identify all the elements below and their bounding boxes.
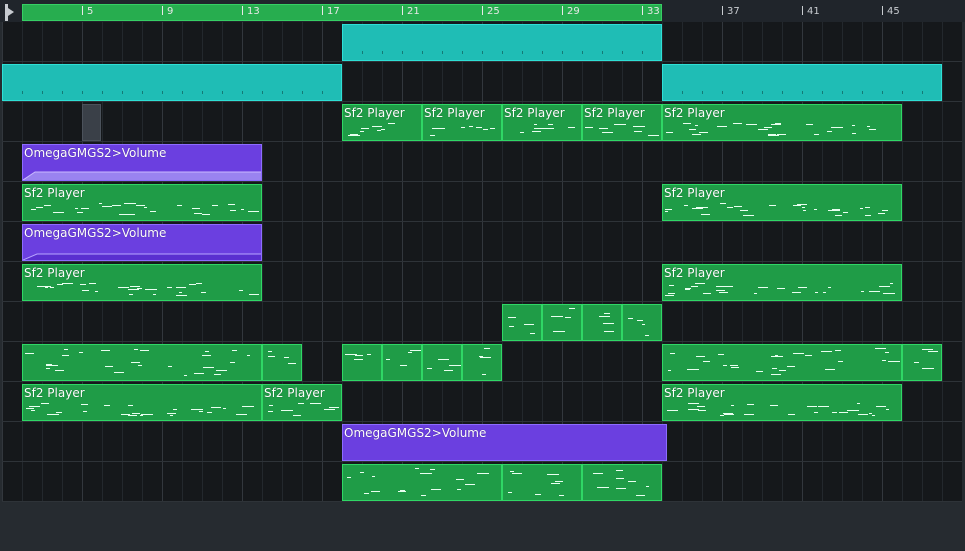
bar-number-29: 29 [562,6,580,18]
note-preview [25,348,259,378]
pattern-clip[interactable]: Sf2 Player [662,184,902,221]
clip-name: Sf2 Player [664,266,725,280]
pattern-clip[interactable]: Sf2 Player [22,184,262,221]
pattern-clip[interactable]: Sf2 Player [582,104,662,141]
clip-name: Sf2 Player [344,106,405,120]
empty-track-area[interactable] [0,502,965,551]
automation-clip[interactable]: OmegaGMGS2>Volume [342,424,667,461]
note-preview [665,203,899,218]
pattern-clip[interactable]: Sf2 Player [262,384,342,421]
note-preview [905,348,939,378]
note-preview [505,308,539,338]
clip-name: OmegaGMGS2>Volume [24,226,167,240]
note-preview [665,348,900,378]
pattern-clip[interactable] [582,304,622,341]
note-preview [265,348,299,378]
note-preview [25,283,259,298]
pattern-clip[interactable] [382,344,422,381]
note-preview [345,123,419,138]
clip-name: Sf2 Player [24,266,85,280]
pattern-clip[interactable]: Sf2 Player [502,104,582,141]
bar-number-9: 9 [162,6,173,18]
note-preview [665,403,899,418]
bar-number-45: 45 [882,6,900,18]
pattern-clip[interactable] [902,344,942,381]
pattern-clip[interactable] [462,344,502,381]
clip-name: Sf2 Player [424,106,485,120]
song-editor-arrangement[interactable]: Sf2 Player Sf2 Player Sf2 Player Sf2 Pla… [2,22,962,502]
clip-name: Sf2 Player [664,106,725,120]
timeline-ruler[interactable]: 5 9 13 17 21 25 29 33 37 41 45 [0,0,965,22]
note-preview [505,123,579,138]
note-preview [25,203,259,218]
note-preview [585,308,619,338]
pattern-clip[interactable] [342,464,502,501]
pattern-clip[interactable]: Sf2 Player [422,104,502,141]
pattern-clip[interactable] [22,344,262,381]
note-preview [665,283,899,298]
automation-curve [23,171,261,180]
empty-pattern-clip[interactable] [82,104,101,141]
pattern-clip[interactable] [342,344,382,381]
bar-number-13: 13 [242,6,260,18]
note-preview [385,348,421,378]
audio-clip[interactable] [342,24,662,61]
pattern-clip[interactable] [422,344,462,381]
bar-number-37: 37 [722,6,740,18]
clip-name: Sf2 Player [264,386,325,400]
clip-name: Sf2 Player [584,106,645,120]
note-preview [665,123,899,138]
automation-clip[interactable]: OmegaGMGS2>Volume [22,224,262,261]
pattern-clip[interactable] [542,304,582,341]
note-preview [345,468,499,498]
bar-number-17: 17 [322,6,340,18]
bar-number-25: 25 [482,6,500,18]
audio-clip[interactable] [2,64,342,101]
note-preview [265,403,339,418]
automation-clip[interactable]: OmegaGMGS2>Volume [22,144,262,181]
clip-name: Sf2 Player [504,106,565,120]
bar-number-21: 21 [402,6,420,18]
pattern-clip[interactable]: Sf2 Player [342,104,422,141]
note-preview [505,468,579,498]
note-preview [545,308,579,338]
bar-number-33: 33 [642,6,660,18]
note-preview [585,123,659,138]
playhead-marker-icon[interactable] [0,4,16,21]
pattern-clip[interactable] [262,344,302,381]
note-preview [425,123,499,138]
pattern-clip[interactable]: Sf2 Player [662,104,902,141]
clip-name: Sf2 Player [664,386,725,400]
note-preview [625,308,659,338]
pattern-clip[interactable] [502,304,542,341]
automation-curve [23,253,261,260]
pattern-clip[interactable] [662,344,902,381]
note-preview [465,348,499,378]
note-preview [25,403,259,418]
bar-number-41: 41 [802,6,820,18]
clip-name: Sf2 Player [24,186,85,200]
note-preview [425,348,461,378]
pattern-clip[interactable]: Sf2 Player [22,384,262,421]
audio-clip[interactable] [662,64,942,101]
note-preview [345,348,379,378]
bar-number-5: 5 [82,6,93,18]
clip-name: OmegaGMGS2>Volume [24,146,167,160]
note-preview [585,468,659,498]
pattern-clip[interactable] [502,464,582,501]
clip-name: Sf2 Player [664,186,725,200]
clip-name: OmegaGMGS2>Volume [344,426,487,440]
pattern-clip[interactable]: Sf2 Player [22,264,262,301]
pattern-clip[interactable]: Sf2 Player [662,264,902,301]
clip-name: Sf2 Player [24,386,85,400]
pattern-clip[interactable] [582,464,662,501]
pattern-clip[interactable] [622,304,662,341]
pattern-clip[interactable]: Sf2 Player [662,384,902,421]
